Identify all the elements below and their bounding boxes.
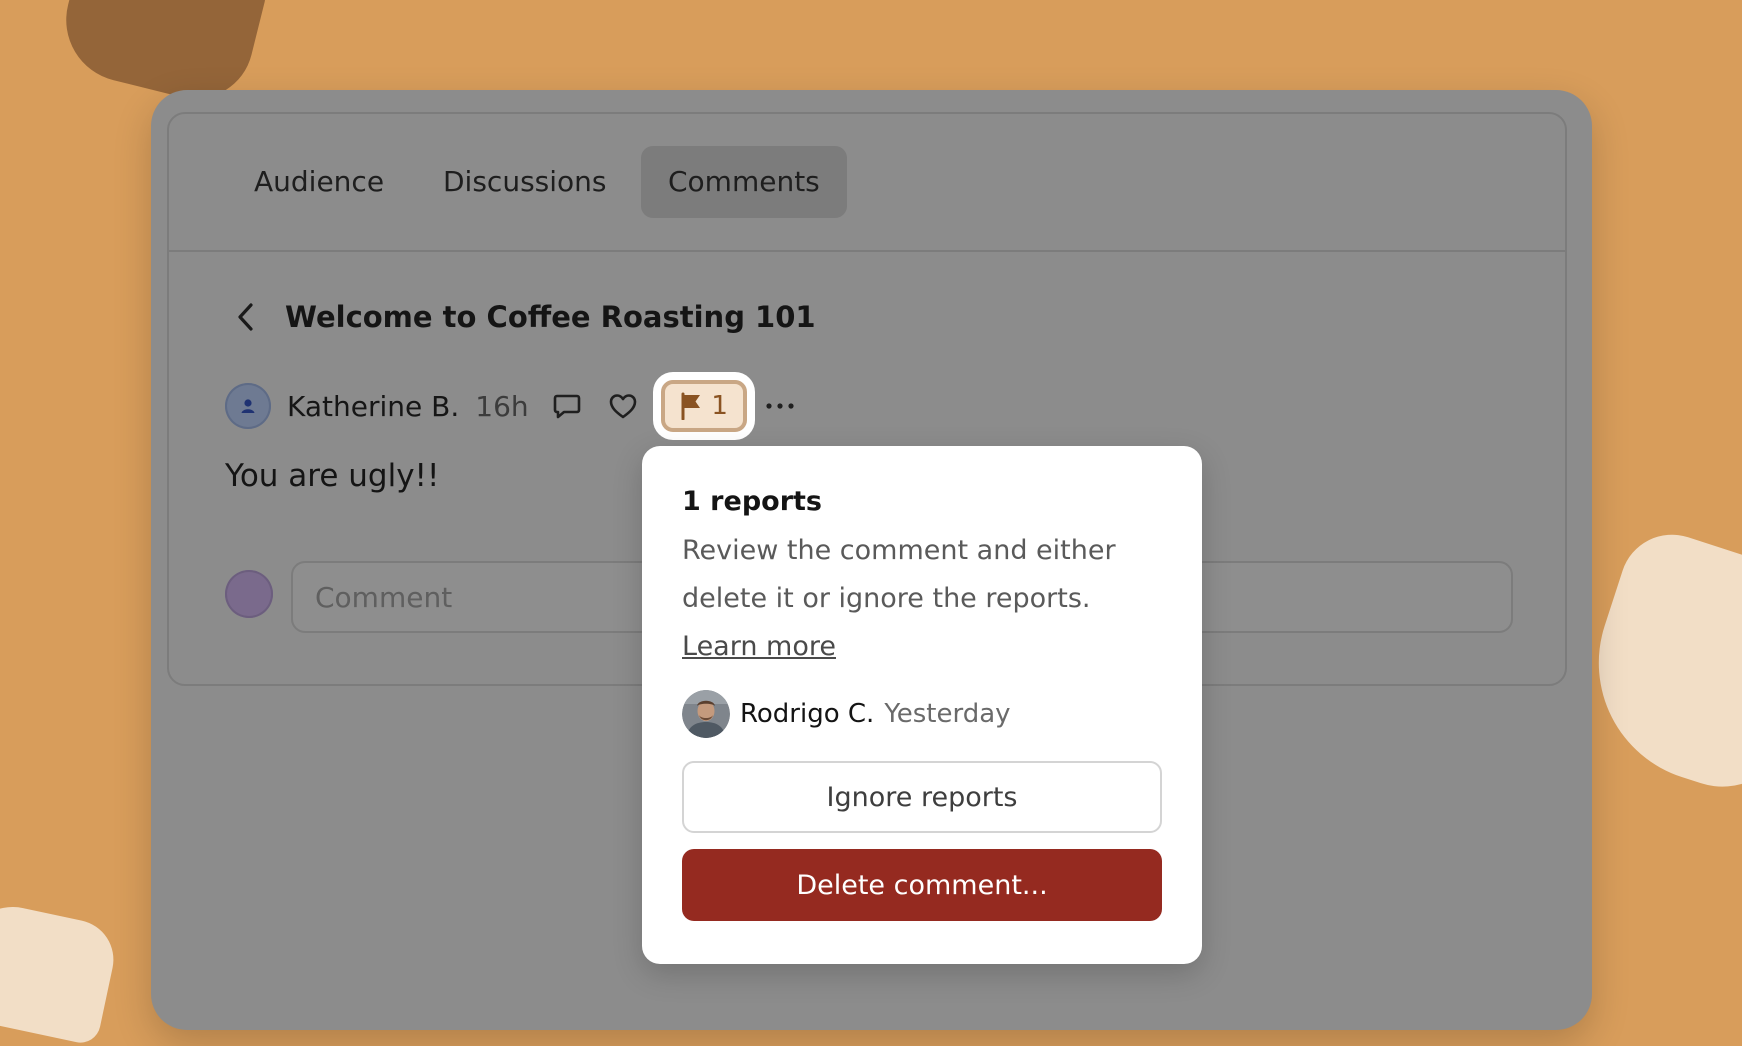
- comment-author[interactable]: Katherine B.: [287, 390, 459, 423]
- reports-description-text: Review the comment and either delete it …: [682, 535, 1116, 614]
- decorative-blob-bottom-left: [0, 897, 121, 1046]
- comment-meta: Katherine B. 16h 1: [225, 380, 795, 432]
- tab-comments[interactable]: Comments: [641, 146, 847, 218]
- user-icon: [241, 399, 255, 413]
- composer-avatar: [225, 570, 273, 618]
- reports-title: 1 reports: [682, 486, 822, 517]
- report-count: 1: [711, 391, 728, 421]
- tab-audience[interactable]: Audience: [227, 146, 411, 218]
- thread-header: Welcome to Coffee Roasting 101: [229, 289, 816, 345]
- comment-body: You are ugly!!: [225, 458, 440, 494]
- decorative-blob-right: [1567, 521, 1742, 805]
- tab-discussions[interactable]: Discussions: [416, 146, 634, 218]
- reporter-avatar: [682, 690, 730, 738]
- tab-bar: Audience Discussions Comments: [169, 114, 1565, 252]
- reply-icon[interactable]: [549, 388, 585, 424]
- more-icon[interactable]: [765, 391, 795, 421]
- reporter-name[interactable]: Rodrigo C.: [740, 699, 874, 729]
- comment-time: 16h: [475, 389, 529, 423]
- learn-more-link[interactable]: Learn more: [682, 631, 836, 662]
- delete-comment-button[interactable]: Delete comment...: [682, 849, 1162, 921]
- flag-report-button[interactable]: 1: [660, 380, 747, 432]
- flag-icon: [681, 392, 701, 420]
- avatar: [225, 383, 271, 429]
- reports-popover: 1 reports Review the comment and either …: [642, 446, 1202, 964]
- reports-description: Review the comment and either delete it …: [682, 527, 1162, 671]
- ignore-reports-button[interactable]: Ignore reports: [682, 761, 1162, 833]
- thread-title: Welcome to Coffee Roasting 101: [285, 300, 816, 334]
- heart-icon[interactable]: [605, 388, 641, 424]
- reporter-time: Yesterday: [884, 699, 1011, 729]
- reporter-row: Rodrigo C. Yesterday: [682, 689, 1162, 739]
- back-chevron-icon[interactable]: [229, 300, 263, 334]
